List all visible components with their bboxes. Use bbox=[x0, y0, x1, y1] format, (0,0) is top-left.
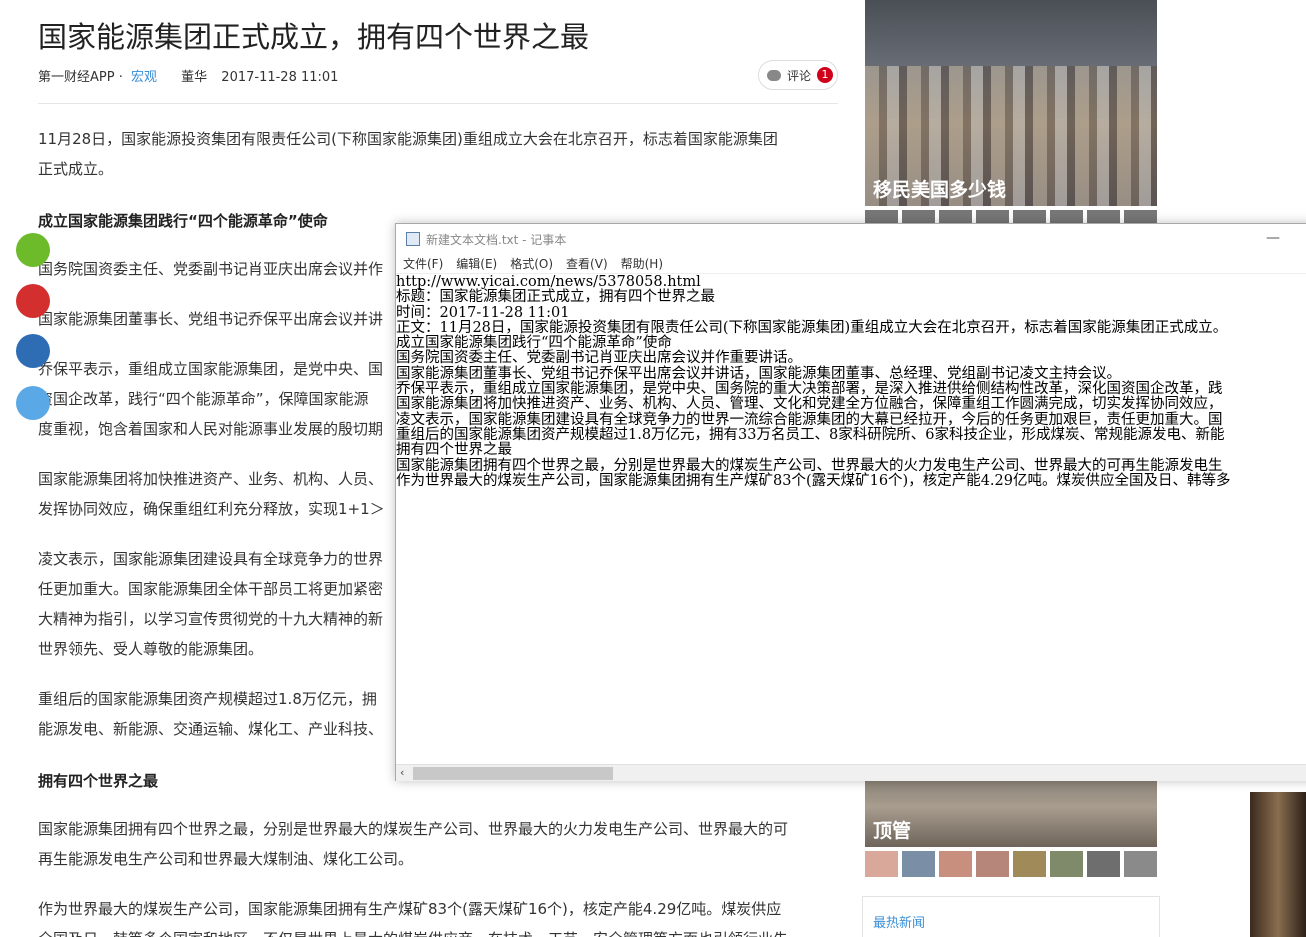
category-link[interactable]: 宏观 bbox=[131, 70, 157, 85]
subheading-1: 成立国家能源集团践行“四个能源革命”使命 bbox=[38, 212, 328, 230]
text-line: 国务院国资委主任、党委副书记肖亚庆出席会议并作重要讲话。 bbox=[396, 350, 802, 367]
qzone-share-icon[interactable] bbox=[16, 334, 50, 368]
wechat-share-icon[interactable] bbox=[16, 233, 50, 267]
paragraph-9: 作为世界最大的煤炭生产公司，国家能源集团拥有生产煤矿83个(露天煤矿16个)，核… bbox=[38, 900, 788, 937]
featured-photo-pipe[interactable]: 顶管 bbox=[865, 780, 1157, 847]
article-meta: 第一财经APP · 宏观 董华 2017-11-28 11:01 bbox=[38, 66, 338, 85]
author-name: 董华 bbox=[181, 70, 208, 85]
source-label: 第一财经APP · bbox=[38, 70, 123, 85]
thumbnail[interactable] bbox=[976, 851, 1009, 877]
paragraph-1: 11月28日，国家能源投资集团有限责任公司(下称国家能源集团)重组成立大会在北京… bbox=[38, 130, 778, 178]
notepad-menubar: 文件(F) 编辑(E) 格式(O) 查看(V) 帮助(H) bbox=[396, 254, 1306, 274]
thumbnail[interactable] bbox=[939, 851, 972, 877]
menu-help[interactable]: 帮助(H) bbox=[621, 255, 663, 272]
text-line: 拥有四个世界之最 bbox=[396, 442, 512, 459]
comment-count-badge: 1 bbox=[817, 67, 834, 83]
text-line: 标题：国家能源集团正式成立，拥有四个世界之最 bbox=[396, 289, 715, 306]
article-title: 国家能源集团正式成立，拥有四个世界之最 bbox=[38, 20, 590, 54]
thumbnail[interactable] bbox=[1013, 851, 1046, 877]
notepad-titlebar[interactable]: 新建文本文档.txt - 记事本 — bbox=[396, 224, 1306, 254]
paragraph-8: 国家能源集团拥有四个世界之最，分别是世界最大的煤炭生产公司、世界最大的火力发电生… bbox=[38, 820, 789, 868]
text-line: 作为世界最大的煤炭生产公司，国家能源集团拥有生产煤矿83个(露天煤矿16个)，核… bbox=[396, 472, 1231, 489]
divider bbox=[38, 103, 838, 104]
menu-edit[interactable]: 编辑(E) bbox=[456, 255, 497, 272]
menu-format[interactable]: 格式(O) bbox=[510, 255, 553, 272]
thumbnail[interactable] bbox=[865, 851, 898, 877]
text-line: http://www.yicai.com/news/5378058.html bbox=[396, 275, 701, 290]
side-ad-image[interactable] bbox=[1250, 792, 1306, 937]
featured-photo-caption: 移民美国多少钱 bbox=[873, 179, 1007, 201]
thumbnail[interactable] bbox=[1050, 851, 1083, 877]
scrollbar-thumb[interactable] bbox=[413, 767, 613, 780]
text-line: 国家能源集团将加快推进资产、业务、机构、人员、管理、文化和党建全方位融合，保障重… bbox=[396, 396, 1223, 413]
thumbnail-strip-bottom[interactable] bbox=[865, 851, 1157, 877]
notepad-text-area[interactable]: http://www.yicai.com/news/5378058.html 标… bbox=[396, 275, 1306, 765]
thumbnail[interactable] bbox=[1124, 851, 1157, 877]
subheading-2: 拥有四个世界之最 bbox=[38, 772, 159, 790]
link-share-icon[interactable] bbox=[16, 386, 50, 420]
featured-photo-caption-2: 顶管 bbox=[873, 820, 912, 842]
horizontal-scrollbar[interactable]: ‹ bbox=[396, 764, 1306, 781]
notepad-window[interactable]: 新建文本文档.txt - 记事本 — 文件(F) 编辑(E) 格式(O) 查看(… bbox=[395, 223, 1306, 781]
scroll-left-icon[interactable]: ‹ bbox=[400, 766, 404, 779]
menu-view[interactable]: 查看(V) bbox=[566, 255, 608, 272]
thumbnail[interactable] bbox=[1087, 851, 1120, 877]
hot-news-box: 最热新闻 bbox=[862, 896, 1160, 937]
comment-label: 评论 bbox=[787, 68, 812, 83]
weibo-share-icon[interactable] bbox=[16, 284, 50, 318]
publish-date: 2017-11-28 11:01 bbox=[221, 70, 339, 85]
comment-icon bbox=[767, 69, 781, 81]
notepad-app-icon bbox=[406, 232, 420, 246]
hot-news-heading: 最热新闻 bbox=[873, 916, 926, 931]
text-line: 国家能源集团拥有四个世界之最，分别是世界最大的煤炭生产公司、世界最大的火力发电生… bbox=[396, 457, 1223, 474]
text-line: 时间：2017-11-28 11:01 bbox=[396, 304, 570, 321]
text-line: 重组后的国家能源集团资产规模超过1.8万亿元，拥有33万名员工、8家科研院所、6… bbox=[396, 426, 1225, 443]
menu-file[interactable]: 文件(F) bbox=[403, 255, 443, 272]
thumbnail[interactable] bbox=[902, 851, 935, 877]
comment-button[interactable]: 评论 1 bbox=[758, 60, 838, 90]
featured-photo-immigration[interactable]: 移民美国多少钱 bbox=[865, 0, 1157, 206]
text-line: 凌文表示，国家能源集团建设具有全球竞争力的世界一流综合能源集团的大幕已经拉开，今… bbox=[396, 411, 1223, 428]
minimize-button[interactable]: — bbox=[1266, 230, 1280, 246]
text-line: 国家能源集团董事长、党组书记乔保平出席会议并讲话，国家能源集团董事、总经理、党组… bbox=[396, 365, 1121, 382]
notepad-title: 新建文本文档.txt - 记事本 bbox=[426, 232, 567, 247]
text-line: 正文：11月28日，国家能源投资集团有限责任公司(下称国家能源集团)重组成立大会… bbox=[396, 319, 1228, 336]
